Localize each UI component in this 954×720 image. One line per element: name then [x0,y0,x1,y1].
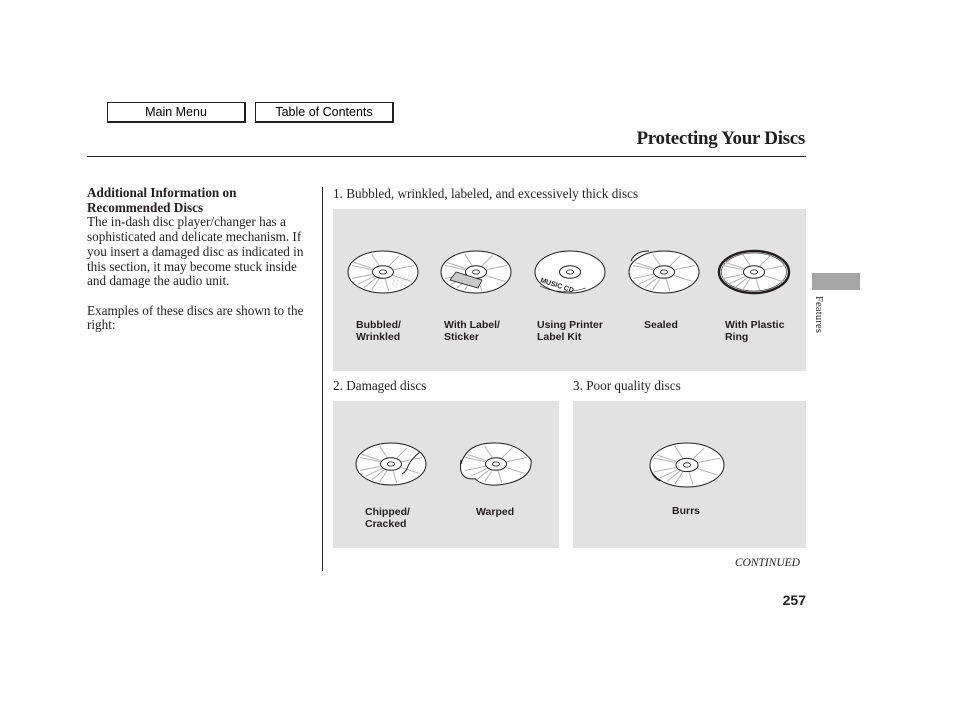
title-rule [87,156,806,157]
burrs-disc-icon [647,439,737,491]
disc-label: Burrs [672,505,701,517]
section-2-panel: Chipped/Cracked Warped [333,401,559,548]
main-menu-button[interactable]: Main Menu [107,102,246,123]
side-tab [812,273,860,290]
info-heading: Additional Information on Recommended Di… [87,185,237,215]
section-3-heading: 3. Poor quality discs [573,378,681,393]
bubbled-disc-icon [345,247,435,297]
printer-label-disc-icon: MUSIC CD [532,247,622,297]
info-paragraph: Examples of these discs are shown to the… [87,302,304,333]
disc-label: Sealed [644,319,678,331]
info-paragraph: The in-dash disc player/changer has a so… [87,214,304,289]
disc-label: With Label/Sticker [444,319,500,343]
column-divider [322,187,323,571]
continued-label: CONTINUED [734,557,800,569]
disc-label: With Plastic Ring [725,319,785,343]
page-title: Protecting Your Discs [636,128,805,149]
section-1-panel: Bubbled/Wrinkled With Label/Sticker MUSI… [333,209,806,371]
section-1-heading: 1. Bubbled, wrinkled, labeled, and exces… [333,186,639,201]
page-number: 257 [782,592,806,608]
table-of-contents-button[interactable]: Table of Contents [255,102,394,123]
disc-label: Warped [476,506,515,518]
section-3-panel: Burrs [573,401,806,548]
side-tab-label: Features [813,296,824,334]
section-2-heading: 2. Damaged discs [333,378,427,393]
disc-label: Chipped/Cracked [365,506,410,530]
sealed-disc-icon [626,247,716,297]
labeled-disc-icon [438,247,528,297]
plastic-ring-disc-icon [716,247,806,297]
warped-disc-icon [458,439,548,489]
disc-label: Using Printer Label Kit [537,319,603,343]
disc-label: Bubbled/Wrinkled [356,319,401,343]
chipped-disc-icon [353,439,443,489]
left-column: Additional Information on Recommended Di… [87,185,315,333]
